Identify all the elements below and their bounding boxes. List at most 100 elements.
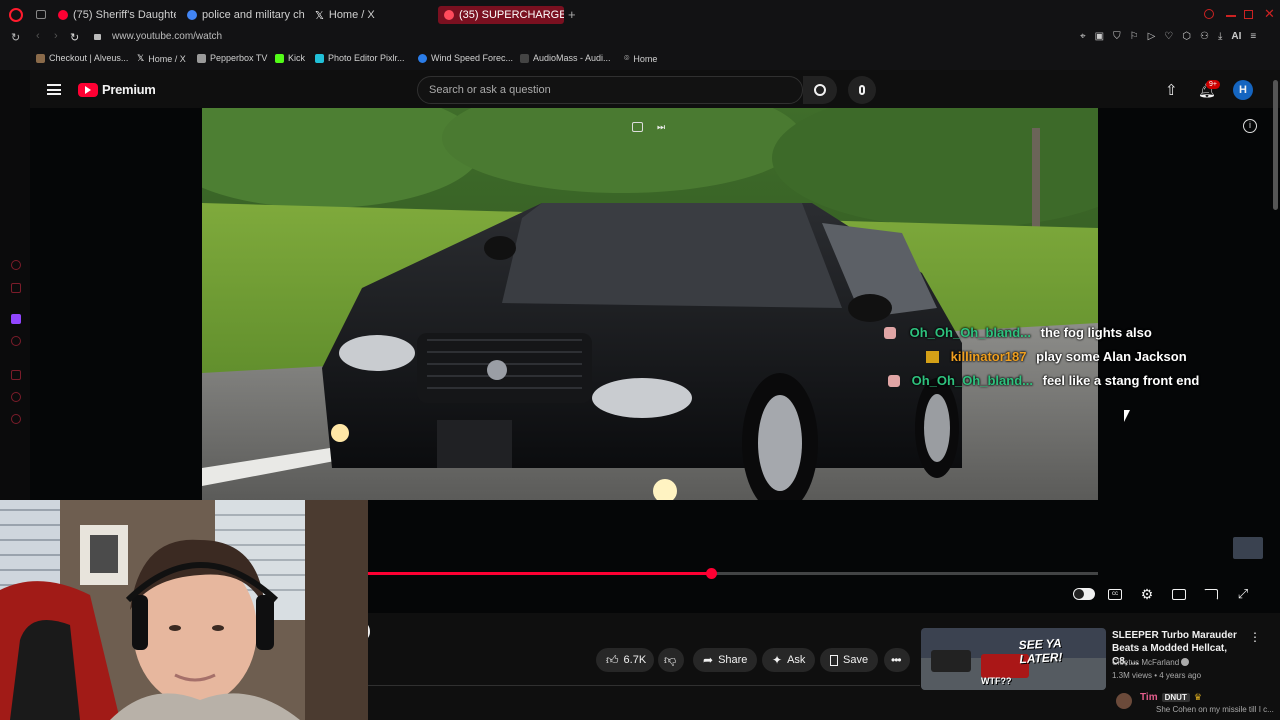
x-favicon-icon: 𝕏 (137, 53, 145, 63)
thumbnail-text: WTF?? (981, 676, 1012, 686)
bookmark-item[interactable]: Photo Editor Pixlr... (315, 53, 405, 63)
autoplay-toggle[interactable] (1072, 586, 1096, 602)
chat-badge-icon (888, 375, 900, 387)
tab-label: Home / X (328, 9, 375, 21)
ask-button[interactable]: ✦ Ask (762, 648, 816, 672)
hamburger-menu-icon[interactable] (47, 84, 61, 95)
bookmark-icon[interactable]: ⚐ (1130, 31, 1139, 42)
comment-header: Tim DNUT ♛ (1140, 692, 1202, 703)
share-button[interactable]: ➦ Share (693, 648, 758, 672)
video-frame[interactable] (202, 108, 1098, 500)
more-actions-button[interactable]: ••• (884, 648, 910, 672)
captions-icon: cc (1108, 588, 1122, 600)
browser-tab-bar: (75) Sheriff's Daughter Giv police and m… (0, 0, 1280, 30)
pin-icon[interactable]: ⌖ (1080, 31, 1086, 42)
progress-bar-played (368, 572, 711, 575)
heart-icon[interactable]: ♡ (1164, 31, 1173, 42)
pixlr-favicon-icon (315, 53, 324, 63)
bookmark-item[interactable]: 𝕏 Home / X (137, 53, 186, 64)
save-button[interactable]: Save (820, 648, 879, 672)
bag-icon[interactable] (11, 283, 21, 293)
location-pin-icon: ⌾ (624, 53, 630, 63)
sparkle-icon: ✦ (772, 653, 783, 667)
ai-button[interactable]: AI (1231, 31, 1241, 42)
screenshot-icon[interactable]: ▣ (1095, 31, 1104, 42)
chat-text: feel like a stang front end (1042, 373, 1200, 388)
menu-icon[interactable]: ≡ (1250, 31, 1256, 42)
bookmark-label: Home / X (148, 53, 186, 64)
url-field[interactable]: www.youtube.com/watch (112, 31, 222, 42)
webcam-scene (0, 500, 368, 720)
avatar[interactable]: H (1233, 80, 1253, 100)
percent-icon[interactable] (11, 336, 21, 346)
youtube-logo[interactable]: Premium (78, 82, 156, 97)
dislike-button[interactable]: 👎︎ (658, 648, 684, 672)
recommended-video-thumbnail[interactable]: SEE YA LATER! WTF?? (921, 628, 1106, 690)
captions-button[interactable]: cc (1106, 586, 1124, 602)
twitch-icon[interactable] (11, 314, 21, 324)
page-scrollbar[interactable] (1273, 80, 1278, 210)
browser-logo-icon[interactable] (9, 8, 23, 22)
gear-icon: ⚙ (1140, 585, 1154, 602)
download-icon[interactable]: ⤓ (1218, 31, 1222, 42)
chat-message: Oh_Oh_Oh_bland... feel like a stang fron… (888, 373, 1199, 388)
fullscreen-button[interactable]: ⤢ (1234, 586, 1252, 602)
bookmark-item[interactable]: Wind Speed Forec... (418, 53, 513, 63)
browser-tab-active[interactable]: (35) SUPERCHARGED Merc (438, 6, 564, 24)
close-window-button[interactable]: ✕ (1264, 6, 1275, 22)
comment-badge: DNUT (1161, 693, 1190, 702)
bookmark-item[interactable]: ⌾ Home (624, 53, 657, 64)
search-button[interactable] (803, 76, 837, 104)
voice-search-button[interactable] (848, 76, 876, 104)
like-count: 6.7K (623, 654, 647, 666)
crown-icon: ♛ (1193, 692, 1202, 702)
progress-scrubber-handle[interactable] (706, 568, 717, 579)
search-input[interactable]: Search or ask a question (417, 76, 803, 104)
settings-button[interactable]: ⚙ (1138, 586, 1156, 602)
tab-overview-icon[interactable] (36, 10, 46, 19)
tab-label: (75) Sheriff's Daughter Giv (73, 9, 176, 21)
back-icon[interactable]: ‹ (36, 30, 40, 42)
streamer-overlay-avatar (1233, 537, 1263, 559)
bookmark-label: Wind Speed Forec... (431, 53, 514, 63)
shield-icon[interactable]: ⛉ (1113, 31, 1121, 42)
miniplayer-icon[interactable] (632, 122, 643, 132)
miniplayer-button[interactable] (1170, 586, 1188, 602)
share-icon: ➦ (703, 653, 714, 667)
forward-icon[interactable]: › (54, 30, 58, 42)
info-icon[interactable]: i (1243, 119, 1257, 133)
play-icon[interactable]: ▷ (1148, 31, 1156, 42)
bookmark-item[interactable]: Checkout | Alveus... (36, 53, 128, 63)
like-button[interactable]: 👍︎ 6.7K (596, 648, 654, 672)
section-divider (368, 685, 920, 686)
upload-icon[interactable]: ⇧ (1165, 81, 1178, 99)
new-tab-button[interactable]: + (568, 7, 576, 22)
settings-icon[interactable] (11, 414, 21, 424)
bookmark-item[interactable]: Pepperbox TV (197, 53, 267, 63)
comment-avatar (1116, 693, 1132, 709)
search-tabs-icon[interactable] (1204, 9, 1214, 19)
browser-tab-3[interactable]: 𝕏 Home / X (315, 6, 425, 24)
bookmark-item[interactable]: AudioMass - Audi... (520, 53, 611, 63)
minimize-button[interactable] (1226, 15, 1236, 17)
account-icon[interactable]: ⚇ (1200, 31, 1209, 42)
chat-text: the fog lights also (1040, 325, 1152, 340)
cast-icon (1204, 588, 1218, 600)
browser-tab-1[interactable]: (75) Sheriff's Daughter Giv (58, 6, 176, 24)
maximize-button[interactable] (1244, 10, 1253, 19)
bookmark-item[interactable]: Kick (275, 53, 305, 63)
refresh-page-icon[interactable]: ↻ (70, 31, 79, 44)
extensions-icon[interactable]: ⬡ (1182, 31, 1191, 42)
recommended-video-channel[interactable]: Cleetus McFarland (1112, 658, 1190, 667)
clock-icon[interactable] (11, 392, 21, 402)
reload-icon[interactable]: ↻ (11, 31, 20, 44)
skip-next-icon[interactable]: ⏭ (657, 122, 665, 133)
notes-icon[interactable] (11, 370, 21, 380)
bookmark-label: AudioMass - Audi... (533, 53, 611, 63)
more-vertical-icon[interactable]: ⋮ (1249, 630, 1261, 644)
cast-button[interactable] (1202, 586, 1220, 602)
browser-tab-2[interactable]: police and military charitie (187, 6, 305, 24)
history-icon[interactable] (11, 260, 21, 270)
kick-favicon-icon (275, 53, 284, 63)
toggle-icon (1073, 588, 1095, 600)
